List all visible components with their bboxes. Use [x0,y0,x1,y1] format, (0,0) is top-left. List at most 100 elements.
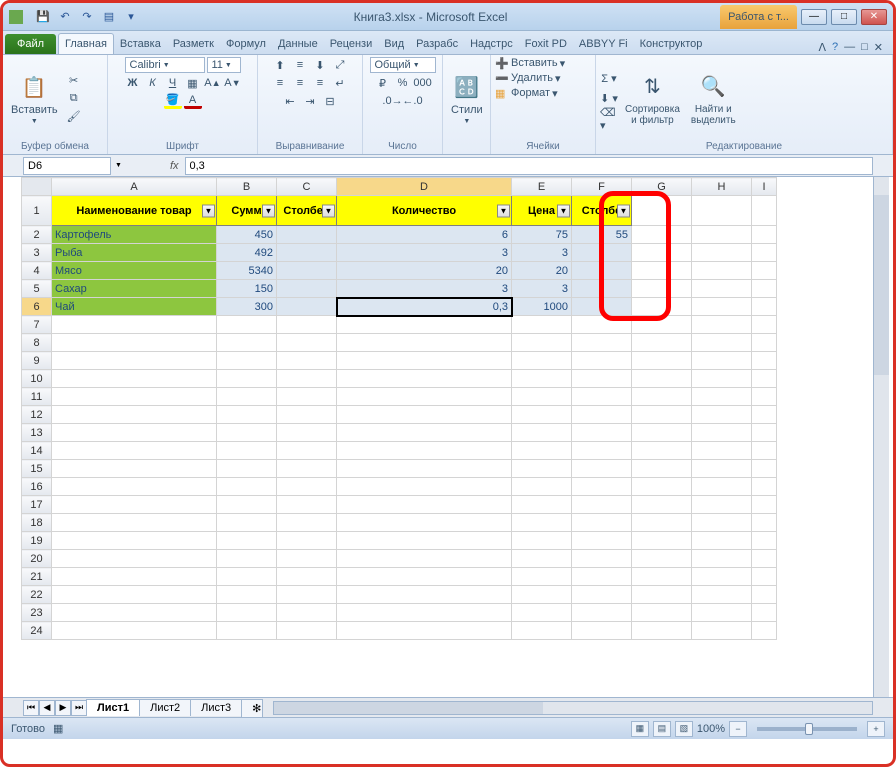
cell[interactable] [512,514,572,532]
cell[interactable] [692,568,752,586]
cell[interactable]: 6 [337,226,512,244]
align-left-button[interactable]: ≡ [271,75,289,91]
row-header[interactable]: 22 [22,586,52,604]
row-header[interactable]: 2 [22,226,52,244]
cell[interactable] [52,568,217,586]
cell[interactable] [692,280,752,298]
cell[interactable] [52,532,217,550]
cell[interactable] [277,298,337,316]
tab-formulas[interactable]: Формул [220,34,272,54]
cell[interactable] [277,244,337,262]
row-header[interactable]: 8 [22,334,52,352]
cell[interactable] [217,442,277,460]
cell[interactable] [752,196,777,226]
cell[interactable]: Мясо [52,262,217,280]
cell[interactable] [217,406,277,424]
cell[interactable] [692,478,752,496]
cell[interactable] [52,334,217,352]
row-header[interactable]: 9 [22,352,52,370]
cell[interactable] [52,406,217,424]
tab-data[interactable]: Данные [272,34,324,54]
cell[interactable]: Столбец▼ [277,196,337,226]
row-header[interactable]: 19 [22,532,52,550]
cell[interactable] [692,196,752,226]
cell[interactable]: 55 [572,226,632,244]
cell[interactable] [632,442,692,460]
align-top-button[interactable]: ⬆ [271,57,289,73]
cell[interactable] [277,352,337,370]
cell[interactable] [337,532,512,550]
view-normal-button[interactable]: ▦ [631,721,649,737]
row-header[interactable]: 15 [22,460,52,478]
cell[interactable] [632,604,692,622]
cell[interactable] [337,334,512,352]
cell[interactable] [632,568,692,586]
cell[interactable] [217,622,277,640]
qat-redo-icon[interactable]: ↷ [77,7,97,27]
cell[interactable]: Картофель [52,226,217,244]
number-format-select[interactable]: Общий ▼ [370,57,436,73]
increase-indent-button[interactable]: ⇥ [301,93,319,109]
cell[interactable]: 300 [217,298,277,316]
cell[interactable] [217,550,277,568]
cell[interactable] [632,334,692,352]
cell[interactable] [692,460,752,478]
orientation-button[interactable]: ⤢ [331,57,349,73]
cell[interactable] [692,262,752,280]
cell[interactable]: 20 [512,262,572,280]
cell[interactable] [512,442,572,460]
sheet-tab-1[interactable]: Лист1 [86,699,140,716]
row-header[interactable]: 10 [22,370,52,388]
cell[interactable]: 5340 [217,262,277,280]
cell[interactable]: Цена▼ [512,196,572,226]
find-select-button[interactable]: 🔍 Найти и выделить [687,70,740,128]
cell[interactable] [572,460,632,478]
horizontal-scrollbar[interactable] [273,701,873,715]
cell[interactable] [692,334,752,352]
italic-button[interactable]: К [144,75,162,91]
cell[interactable] [632,460,692,478]
cell[interactable] [632,316,692,334]
cell[interactable] [277,568,337,586]
vertical-scrollbar[interactable] [873,177,889,697]
sheet-nav-prev-icon[interactable]: ◀ [39,700,55,716]
cell[interactable] [632,424,692,442]
cell[interactable] [632,370,692,388]
cell[interactable] [277,316,337,334]
cell[interactable] [752,586,777,604]
cell[interactable]: 3 [512,244,572,262]
cut-icon[interactable]: ✂ [65,73,83,89]
cell[interactable] [52,352,217,370]
cell[interactable] [337,550,512,568]
cell[interactable] [752,604,777,622]
cell[interactable] [692,496,752,514]
row-header[interactable]: 12 [22,406,52,424]
formula-input[interactable]: 0,3 [185,157,874,175]
cell[interactable] [337,604,512,622]
cell[interactable] [512,370,572,388]
cell[interactable] [337,424,512,442]
cell[interactable] [512,622,572,640]
font-name-select[interactable]: Calibri ▼ [125,57,205,73]
filter-dropdown-icon[interactable]: ▼ [557,204,570,217]
cell[interactable] [692,550,752,568]
qat-print-icon[interactable]: ▤ [99,7,119,27]
cell[interactable]: Столбе▼ [572,196,632,226]
cell[interactable] [52,388,217,406]
name-box[interactable]: D6 [23,157,111,175]
qat-save-icon[interactable]: 💾 [33,7,53,27]
cell[interactable] [512,460,572,478]
cell[interactable] [337,406,512,424]
autosum-button[interactable]: Σ ▾ [600,71,618,87]
cell[interactable] [692,370,752,388]
cell[interactable] [337,514,512,532]
cell[interactable] [337,352,512,370]
cell[interactable] [692,388,752,406]
row-header[interactable]: 14 [22,442,52,460]
cell[interactable] [337,496,512,514]
row-header[interactable]: 1 [22,196,52,226]
tab-design[interactable]: Конструктор [634,34,709,54]
cell[interactable] [217,568,277,586]
align-center-button[interactable]: ≡ [291,75,309,91]
cell[interactable] [572,298,632,316]
